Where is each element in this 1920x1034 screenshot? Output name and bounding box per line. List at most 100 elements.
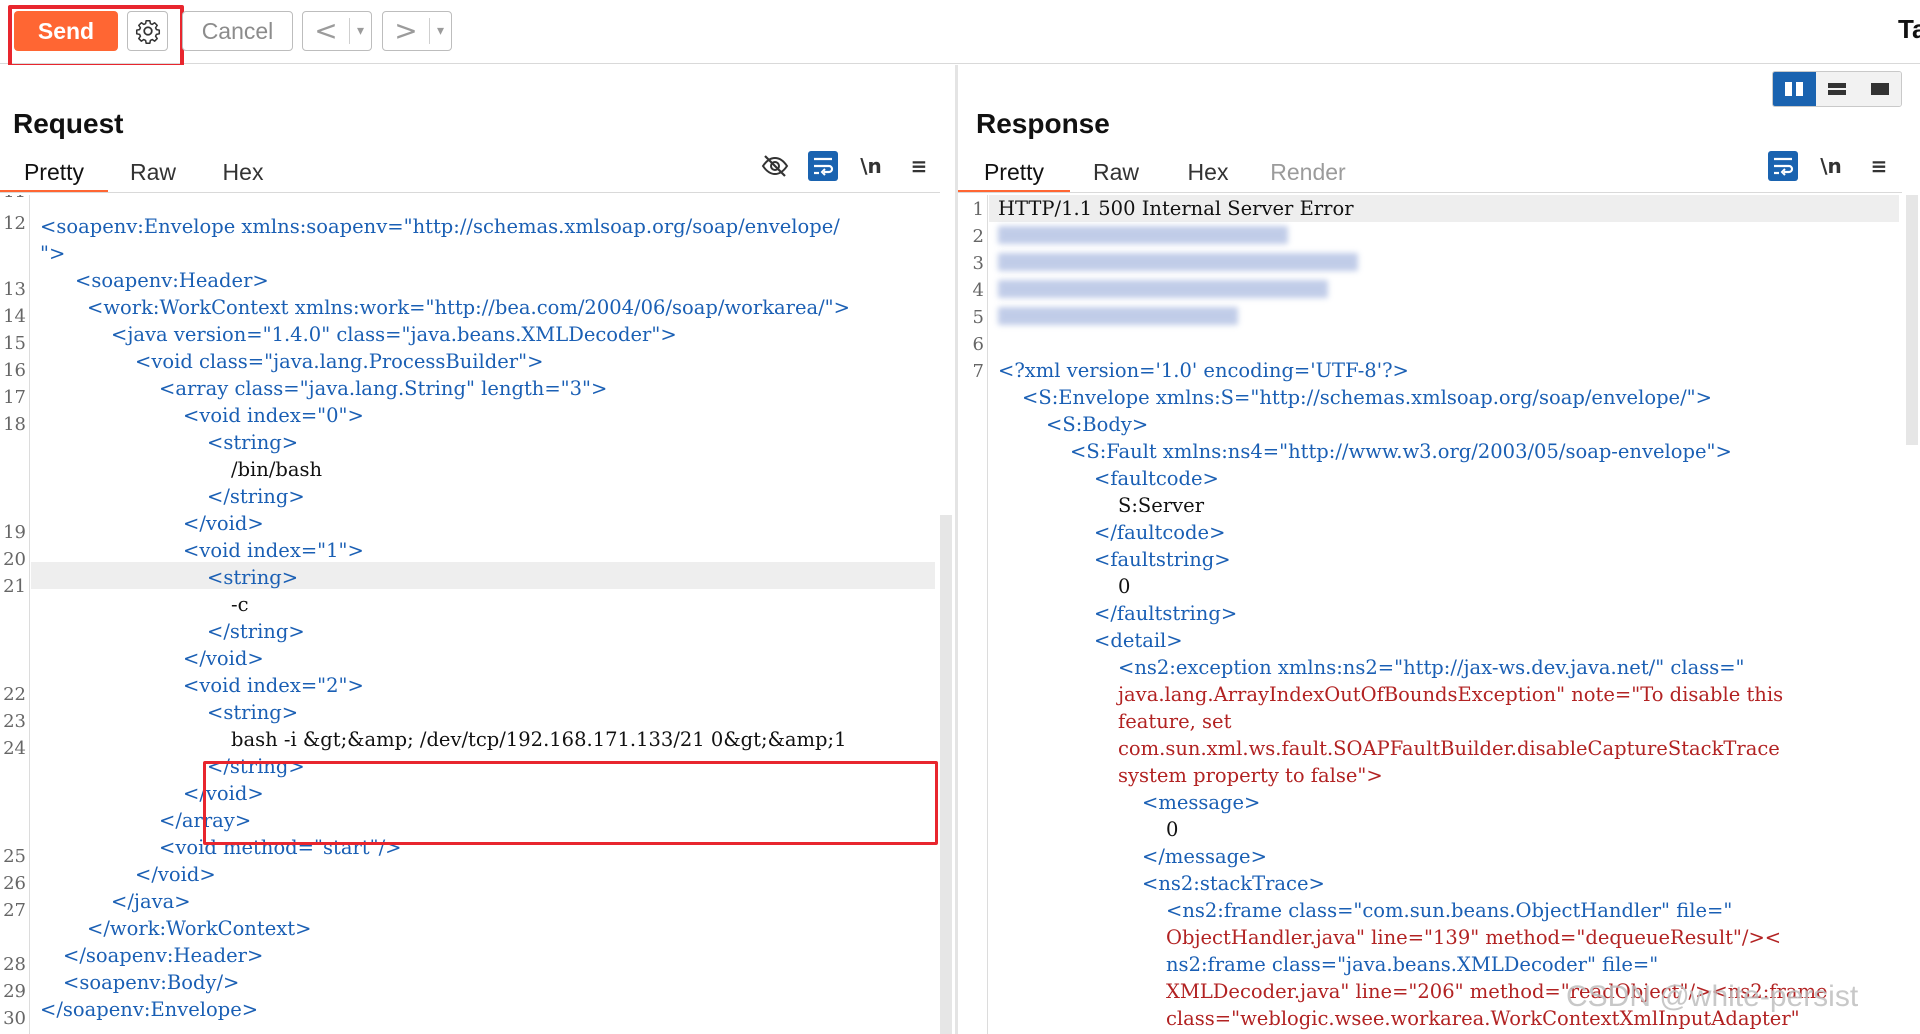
line-number: 29 <box>3 981 26 1002</box>
code-line: <string> <box>207 431 299 454</box>
code-line: <soapenv:Body/> <box>63 971 240 994</box>
history-back-button[interactable]: < ▾ <box>302 11 372 51</box>
menu-icon[interactable]: ≡ <box>904 151 934 181</box>
request-pane: Request Pretty Raw Hex \n ≡ 11 12 13 14 … <box>0 65 955 1034</box>
code-line: <void index="1"> <box>183 539 364 562</box>
code-line: <?xml version='1.0' encoding='UTF-8'?> <box>998 359 1409 382</box>
chevron-down-icon[interactable]: ▾ <box>430 23 451 39</box>
line-number-gutter: 11 12 13 14 15 16 17 18 19 20 21 22 23 2… <box>0 195 30 1034</box>
line-number: 25 <box>3 846 26 867</box>
cancel-button[interactable]: Cancel <box>182 11 293 51</box>
code-line: </string> <box>207 485 305 508</box>
response-code[interactable]: HTTP/1.1 500 Internal Server Error <?xml… <box>998 195 1902 1034</box>
tabs-underline <box>958 192 1902 193</box>
line-number: 28 <box>3 954 26 975</box>
request-scrollbar[interactable] <box>940 515 952 1034</box>
status-line: HTTP/1.1 500 Internal Server Error <box>998 197 1354 220</box>
response-editor[interactable]: 1 2 3 4 5 6 7 HTTP/1.1 500 Internal Serv… <box>958 195 1902 1034</box>
line-number: 26 <box>3 873 26 894</box>
code-line: <void class="java.lang.ProcessBuilder"> <box>135 350 544 373</box>
history-forward-button[interactable]: > ▾ <box>382 11 452 51</box>
redacted-header <box>998 307 1238 325</box>
request-code[interactable]: <soapenv:Envelope xmlns:soapenv="http://… <box>40 195 940 1034</box>
code-line: <void index="0"> <box>183 404 364 427</box>
tabs-layout-icon[interactable] <box>1858 72 1901 106</box>
tab-pretty[interactable]: Pretty <box>958 153 1070 193</box>
code-line: <string> <box>207 701 299 724</box>
code-line: <soapenv:Header> <box>75 269 269 292</box>
send-highlight-box <box>8 5 184 68</box>
line-number: 14 <box>3 306 26 327</box>
response-editor-tools: \n ≡ <box>1768 151 1894 181</box>
code-line: <ns2:stackTrace> <box>1142 872 1325 895</box>
code-line: <faultstring> <box>1094 548 1231 571</box>
line-number: 3 <box>972 253 984 274</box>
back-arrow-icon: < <box>314 14 338 47</box>
response-scrollbar[interactable] <box>1906 195 1918 445</box>
code-line: -c <box>231 593 249 616</box>
wrap-lines-icon[interactable] <box>808 151 838 181</box>
line-number-gutter: 1 2 3 4 5 6 7 <box>958 195 988 1034</box>
target-label[interactable]: Ta <box>1898 14 1920 45</box>
line-number: 27 <box>3 900 26 921</box>
code-line: java.lang.ArrayIndexOutOfBoundsException… <box>1118 683 1784 706</box>
layout-switcher <box>1772 71 1902 107</box>
line-number: 19 <box>3 522 26 543</box>
line-number: 12 <box>3 213 26 234</box>
code-line: </soapenv:Header> <box>63 944 264 967</box>
line-number: 23 <box>3 711 26 732</box>
code-line: <java version="1.4.0" class="java.beans.… <box>111 323 677 346</box>
request-editor-tools: \n ≡ <box>760 151 934 181</box>
tab-hex[interactable]: Hex <box>1162 153 1254 193</box>
split-horizontal-icon[interactable] <box>1815 72 1859 106</box>
watermark: CSDN @white-persist <box>1566 980 1859 1013</box>
line-number: 18 <box>3 414 26 435</box>
response-pane: Response Pretty Raw Hex Render \n ≡ 1 2 … <box>958 65 1920 1034</box>
tab-raw[interactable]: Raw <box>108 153 198 193</box>
code-line: /bin/bash <box>231 458 323 481</box>
request-title: Request <box>13 108 124 139</box>
code-line: </string> <box>207 620 305 643</box>
chevron-down-icon[interactable]: ▾ <box>350 23 371 39</box>
line-number: 20 <box>3 549 26 570</box>
line-number: 17 <box>3 387 26 408</box>
tab-render[interactable]: Render <box>1254 153 1362 193</box>
code-line: <message> <box>1142 791 1261 814</box>
tab-hex[interactable]: Hex <box>198 153 288 193</box>
code-line: 0 <box>1166 818 1179 841</box>
code-line: <faultcode> <box>1094 467 1219 490</box>
tabs-underline <box>0 192 940 193</box>
code-line: ns2:frame class="java.beans.XMLDecoder" … <box>1166 953 1659 976</box>
code-line: 0 <box>1118 575 1131 598</box>
newline-toggle-icon[interactable]: \n <box>1816 151 1846 181</box>
payload-highlight-box <box>203 761 938 845</box>
request-editor[interactable]: 11 12 13 14 15 16 17 18 19 20 21 22 23 2… <box>0 195 940 1034</box>
code-line: <detail> <box>1094 629 1183 652</box>
line-number: 2 <box>972 226 984 247</box>
line-number: 21 <box>3 576 26 597</box>
menu-icon[interactable]: ≡ <box>1864 151 1894 181</box>
line-number: 5 <box>972 307 984 328</box>
code-line: <S:Body> <box>1046 413 1149 436</box>
code-line: </void> <box>135 863 216 886</box>
tab-pretty[interactable]: Pretty <box>0 153 108 193</box>
split-vertical-icon[interactable] <box>1773 72 1816 106</box>
line-number: 22 <box>3 684 26 705</box>
code-line: </work:WorkContext> <box>87 917 312 940</box>
code-line: </faultcode> <box>1094 521 1226 544</box>
code-line: <ns2:frame class="com.sun.beans.ObjectHa… <box>1166 899 1733 922</box>
eye-slash-icon[interactable] <box>760 151 790 181</box>
redacted-header <box>998 253 1358 271</box>
code-line: S:Server <box>1118 494 1205 517</box>
code-line: <string> <box>207 566 299 589</box>
code-line: </message> <box>1142 845 1267 868</box>
wrap-lines-icon[interactable] <box>1768 151 1798 181</box>
line-number: 6 <box>972 334 984 355</box>
forward-arrow-icon: > <box>394 14 418 47</box>
newline-toggle-icon[interactable]: \n <box>856 151 886 181</box>
code-line: ObjectHandler.java" line="139" method="d… <box>1166 926 1782 949</box>
tab-raw[interactable]: Raw <box>1070 153 1162 193</box>
code-line: feature, set <box>1118 710 1232 733</box>
line-number: 1 <box>972 199 984 220</box>
line-number: 15 <box>3 333 26 354</box>
